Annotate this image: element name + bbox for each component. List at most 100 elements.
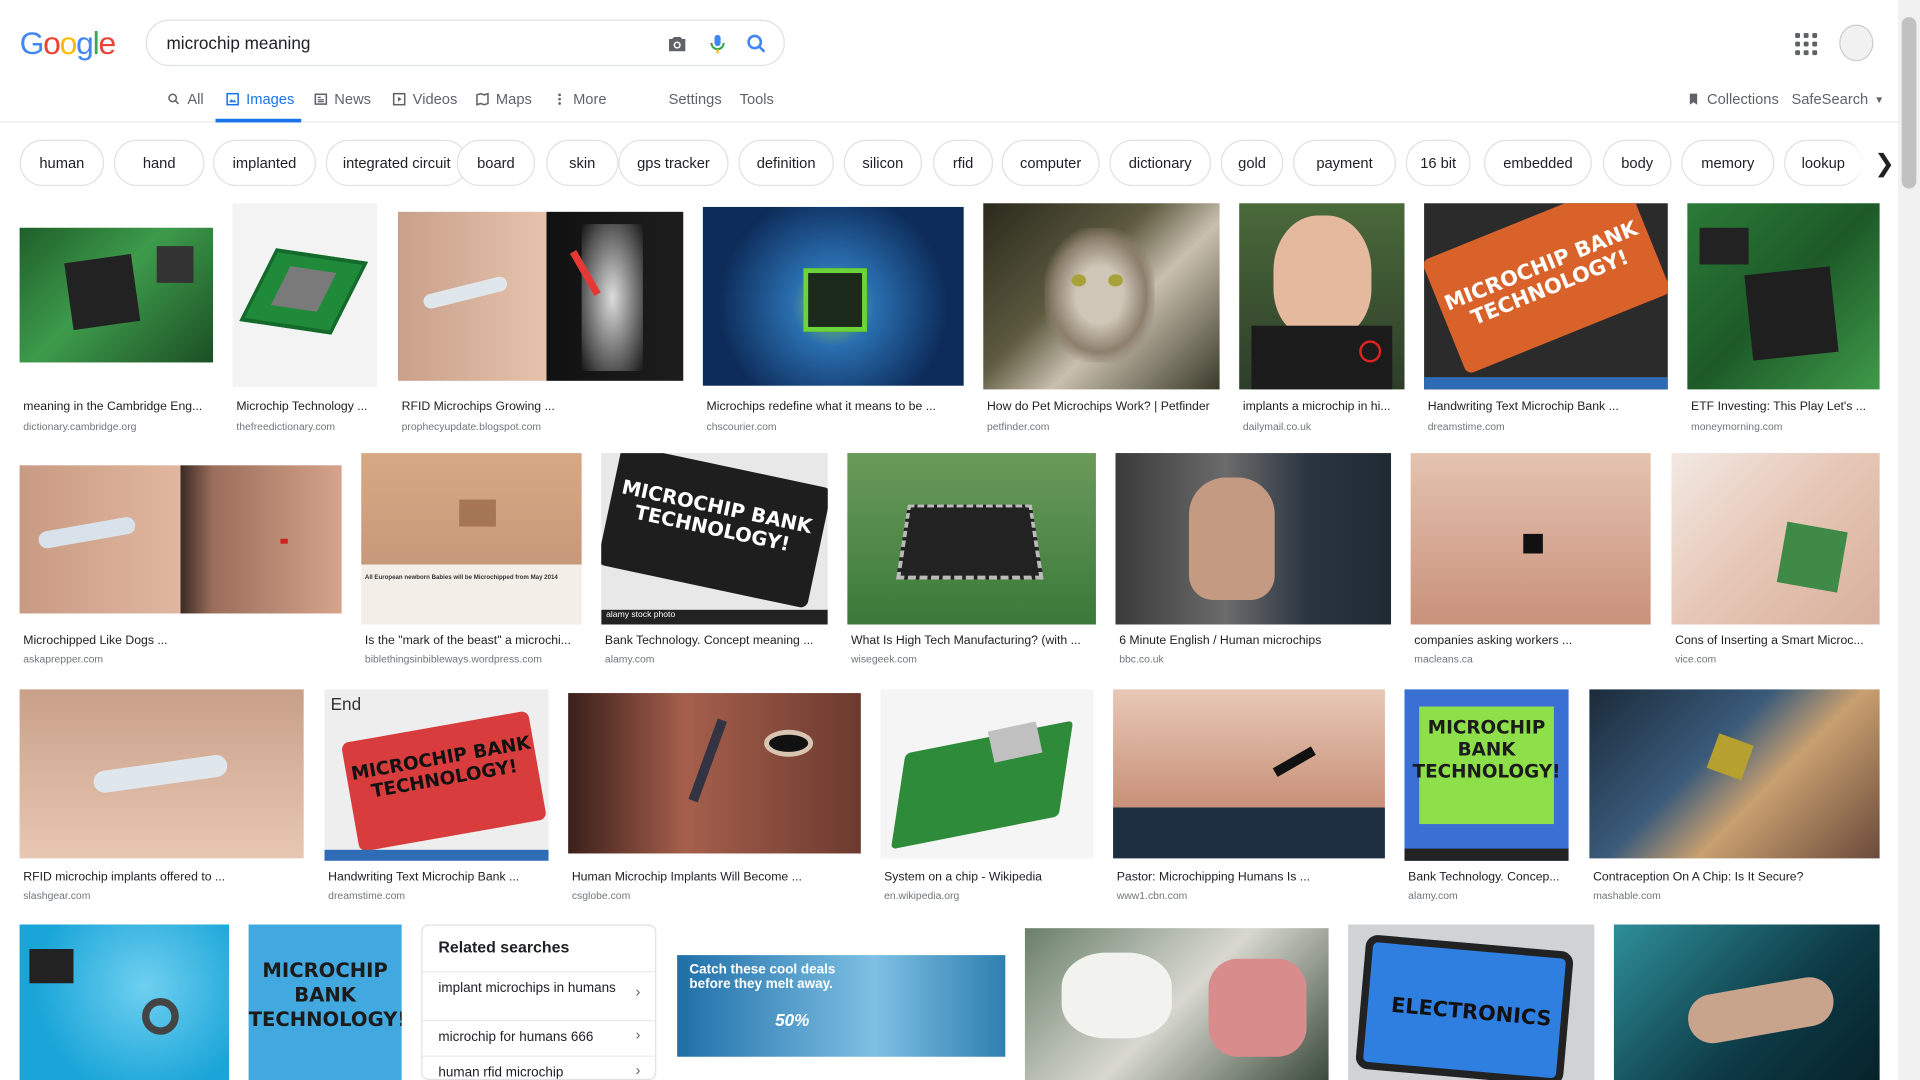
chip[interactable]: computer	[1001, 139, 1100, 187]
thumbnail-text: MICROCHIP BANK TECHNOLOGY!	[1412, 716, 1561, 783]
logo-letter: G	[19, 24, 45, 62]
page-scrollbar[interactable]	[1897, 0, 1920, 1080]
thumbnail-text: MICROCHIP BANK TECHNOLOGY!	[248, 958, 402, 1032]
chip[interactable]: embedded	[1484, 139, 1592, 187]
chip[interactable]: gps tracker	[618, 139, 729, 187]
image-result[interactable]: Microchipped Like Dogs ... askaprepper.c…	[19, 453, 342, 671]
image-result[interactable]: 6 Minute English / Human microchips bbc.…	[1115, 453, 1392, 671]
result-source: biblethingsinbibleways.wordpress.com	[364, 652, 542, 665]
result-source: csglobe.com	[571, 888, 631, 902]
result-source: dreamstime.com	[328, 888, 406, 902]
related-search-item[interactable]: implant microchips in humans ›	[422, 971, 656, 1020]
scrollbar-thumb[interactable]	[1901, 17, 1917, 189]
tab-label: More	[573, 90, 607, 108]
chip[interactable]: human	[19, 139, 105, 187]
image-result[interactable]: Cons of Inserting a Smart Microc... vice…	[1671, 453, 1880, 671]
mic-icon[interactable]	[705, 32, 729, 56]
chip[interactable]: integrated circuit	[325, 139, 468, 187]
image-result[interactable]	[1024, 924, 1329, 1080]
chip[interactable]: definition	[738, 139, 834, 187]
camera-icon[interactable]	[665, 32, 689, 56]
google-logo[interactable]: Google	[19, 24, 117, 62]
result-source: chscourier.com	[706, 420, 777, 433]
image-result[interactable]: MICROCHIP BANK TECHNOLOGY!	[248, 924, 402, 1080]
chip[interactable]: hand	[113, 139, 205, 187]
result-source: bbc.co.uk	[1119, 652, 1164, 665]
tools-link[interactable]: Tools	[740, 91, 774, 108]
apps-grid-icon[interactable]	[1795, 33, 1818, 56]
chip[interactable]: dictionary	[1109, 139, 1212, 187]
image-result[interactable]: What Is High Tech Manufacturing? (with .…	[847, 453, 1096, 671]
chip[interactable]: memory	[1681, 139, 1775, 187]
tab-all[interactable]: All	[167, 91, 204, 108]
image-result[interactable]: Pastor: Microchipping Humans Is ... www1…	[1113, 689, 1385, 907]
image-result[interactable]: MICROCHIP BANK TECHNOLOGY! alamy stock p…	[601, 453, 828, 671]
result-thumbnail	[1687, 203, 1880, 390]
image-result[interactable]: Human Microchip Implants Will Become ...…	[568, 689, 861, 907]
related-search-item[interactable]: human rfid microchip ›	[422, 1055, 656, 1080]
image-result[interactable]: End MICROCHIP BANK TECHNOLOGY! Handwriti…	[324, 689, 549, 907]
image-result[interactable]: Microchip Technology ... thefreedictiona…	[232, 203, 378, 436]
result-source: petfinder.com	[986, 420, 1050, 433]
chip[interactable]: implanted	[213, 139, 316, 187]
image-result[interactable]: RFID microchip implants offered to ... s…	[19, 689, 304, 907]
chip[interactable]: body	[1602, 139, 1672, 187]
result-thumbnail	[983, 203, 1220, 390]
safesearch-dropdown[interactable]: SafeSearch ▼	[1791, 91, 1884, 108]
result-caption: Handwriting Text Microchip Bank ...	[1427, 400, 1619, 414]
chip[interactable]: 16 bit	[1405, 139, 1471, 187]
image-result[interactable]: Microchips redefine what it means to be …	[702, 203, 964, 436]
image-result[interactable]: implants a microchip in hi... dailymail.…	[1239, 203, 1405, 436]
tab-videos[interactable]: Videos	[392, 91, 457, 108]
result-source: moneymorning.com	[1691, 420, 1783, 433]
result-source: alamy.com	[604, 652, 655, 665]
bookmark-icon	[1689, 93, 1698, 105]
image-result[interactable]: MICROCHIP BANK TECHNOLOGY! Handwriting T…	[1424, 203, 1668, 436]
result-thumbnail: MICROCHIP BANK TECHNOLOGY!	[248, 924, 402, 1080]
chip[interactable]: silicon	[843, 139, 923, 187]
result-thumbnail: Catch these cool deals before they melt …	[677, 955, 1006, 1057]
image-result[interactable]: ETF Investing: This Play Let's ... money…	[1687, 203, 1880, 436]
tab-images[interactable]: Images	[225, 91, 294, 108]
related-search-label: implant microchips in humans	[438, 980, 616, 996]
logo-letter: o	[43, 24, 61, 62]
image-result[interactable]	[1613, 924, 1880, 1080]
image-result[interactable]: All European newborn Babies will be Micr…	[361, 453, 582, 671]
result-thumbnail: MICROCHIP BANK TECHNOLOGY!	[1424, 203, 1668, 390]
image-result[interactable]: ELECTRONICS	[1348, 924, 1595, 1080]
image-result[interactable]: MICROCHIP BANK TECHNOLOGY! Bank Technolo…	[1404, 689, 1569, 907]
tab-maps[interactable]: Maps	[475, 91, 532, 108]
logo-letter: g	[76, 24, 94, 62]
collections-link[interactable]: Collections	[1686, 91, 1779, 108]
related-search-label: human rfid microchip	[438, 1065, 564, 1080]
image-result[interactable]: companies asking workers ... macleans.ca	[1410, 453, 1651, 671]
chip[interactable]: lookup	[1784, 139, 1863, 187]
chip[interactable]: gold	[1220, 139, 1284, 187]
tab-label: Images	[246, 90, 295, 108]
image-result[interactable]: Contraception On A Chip: Is It Secure? m…	[1589, 689, 1880, 907]
result-caption: RFID microchip implants offered to ...	[23, 870, 226, 885]
result-caption: How do Pet Microchips Work? | Petfinder	[986, 400, 1210, 414]
chip[interactable]: payment	[1293, 139, 1396, 187]
avatar[interactable]	[1839, 24, 1874, 62]
result-thumbnail	[1613, 924, 1880, 1080]
image-result[interactable]: RFID Microchips Growing ... prophecyupda…	[397, 203, 684, 436]
tab-more[interactable]: More	[552, 90, 607, 108]
related-search-item[interactable]: microchip for humans 666 ›	[422, 1020, 656, 1056]
chip[interactable]: rfid	[933, 139, 994, 187]
image-result[interactable]: meaning in the Cambridge Eng... dictiona…	[19, 203, 214, 436]
image-result[interactable]: System on a chip - Wikipedia en.wikipedi…	[880, 689, 1094, 907]
settings-link[interactable]: Settings	[669, 91, 722, 108]
result-source: mashable.com	[1593, 888, 1661, 902]
tab-news[interactable]: News	[313, 91, 371, 108]
search-input[interactable]: microchip meaning	[167, 33, 311, 53]
image-result[interactable]	[19, 924, 229, 1080]
chip[interactable]: board	[456, 139, 536, 187]
ad-result[interactable]: Catch these cool deals before they melt …	[677, 924, 1006, 1080]
ad-text: Catch these cool deals before they melt …	[689, 962, 836, 992]
chip[interactable]: skin	[546, 139, 619, 187]
image-result[interactable]: How do Pet Microchips Work? | Petfinder …	[983, 203, 1220, 436]
search-icon[interactable]	[744, 32, 768, 56]
result-thumbnail	[1113, 689, 1385, 859]
search-box[interactable]: microchip meaning	[145, 19, 785, 67]
